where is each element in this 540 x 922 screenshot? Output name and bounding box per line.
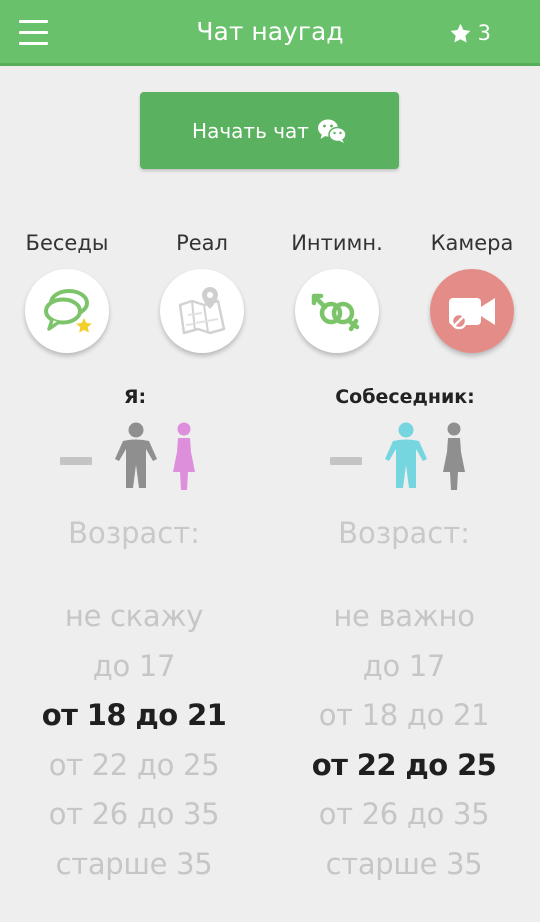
mode-button[interactable] (25, 269, 109, 353)
mode-label: Камера (430, 231, 514, 255)
me-age-list: не скажу до 17 от 18 до 21 от 22 до 25 о… (24, 594, 244, 891)
partner-age-option[interactable]: от 18 до 21 (294, 693, 514, 743)
partner-age-option[interactable]: старше 35 (294, 842, 514, 892)
mode-label: Интимн. (291, 231, 383, 255)
mode-label: Беседы (25, 231, 109, 255)
star-icon (450, 23, 470, 43)
me-age-option-selected[interactable]: от 18 до 21 (24, 693, 244, 743)
partner-gender-selector (330, 420, 490, 492)
gender-any-button[interactable] (330, 457, 362, 465)
me-age-option[interactable]: не скажу (24, 594, 244, 644)
me-age-title: Возраст: (68, 516, 200, 550)
me-age-option[interactable]: от 26 до 35 (24, 792, 244, 842)
stars-counter[interactable]: 3 (449, 20, 491, 46)
partner-age-option-selected[interactable]: от 22 до 25 (294, 743, 514, 793)
me-heading: Я: (123, 386, 147, 408)
me-age-option[interactable]: от 22 до 25 (24, 743, 244, 793)
mode-button[interactable] (430, 269, 514, 353)
me-age-option[interactable]: старше 35 (24, 842, 244, 892)
map-pin-icon (178, 287, 226, 335)
stars-count: 3 (477, 21, 491, 45)
me-gender-selector (60, 420, 220, 492)
video-camera-disabled-icon (449, 298, 495, 330)
start-chat-button[interactable]: Начать чат (140, 92, 399, 169)
partner-age-title: Возраст: (338, 516, 470, 550)
mode-button[interactable] (160, 269, 244, 353)
mode-besedy[interactable]: Беседы (12, 229, 122, 353)
mode-button[interactable] (295, 269, 379, 353)
gender-none-button[interactable] (60, 457, 92, 465)
partner-age-option[interactable]: не важно (294, 594, 514, 644)
male-icon[interactable] (383, 422, 429, 490)
partner-age-option[interactable]: до 17 (294, 644, 514, 694)
partner-age-option[interactable]: от 26 до 35 (294, 792, 514, 842)
mode-label: Реал (176, 231, 228, 255)
female-icon[interactable] (171, 422, 197, 492)
mode-real[interactable]: Реал (147, 229, 257, 353)
mode-camera[interactable]: Камера (417, 229, 527, 353)
me-age-option[interactable]: до 17 (24, 644, 244, 694)
chat-bubbles-star-icon (44, 289, 92, 333)
gender-symbols-icon (311, 293, 360, 332)
start-chat-label: Начать чат (192, 118, 309, 143)
male-icon[interactable] (113, 422, 159, 490)
partner-heading: Собеседник: (335, 386, 475, 408)
app-header: Чат наугад 3 (0, 0, 540, 66)
partner-age-list: не важно до 17 от 18 до 21 от 22 до 25 о… (294, 594, 514, 891)
wechat-icon (317, 119, 347, 143)
mode-intim[interactable]: Интимн. (282, 229, 392, 353)
female-icon[interactable] (441, 422, 467, 492)
